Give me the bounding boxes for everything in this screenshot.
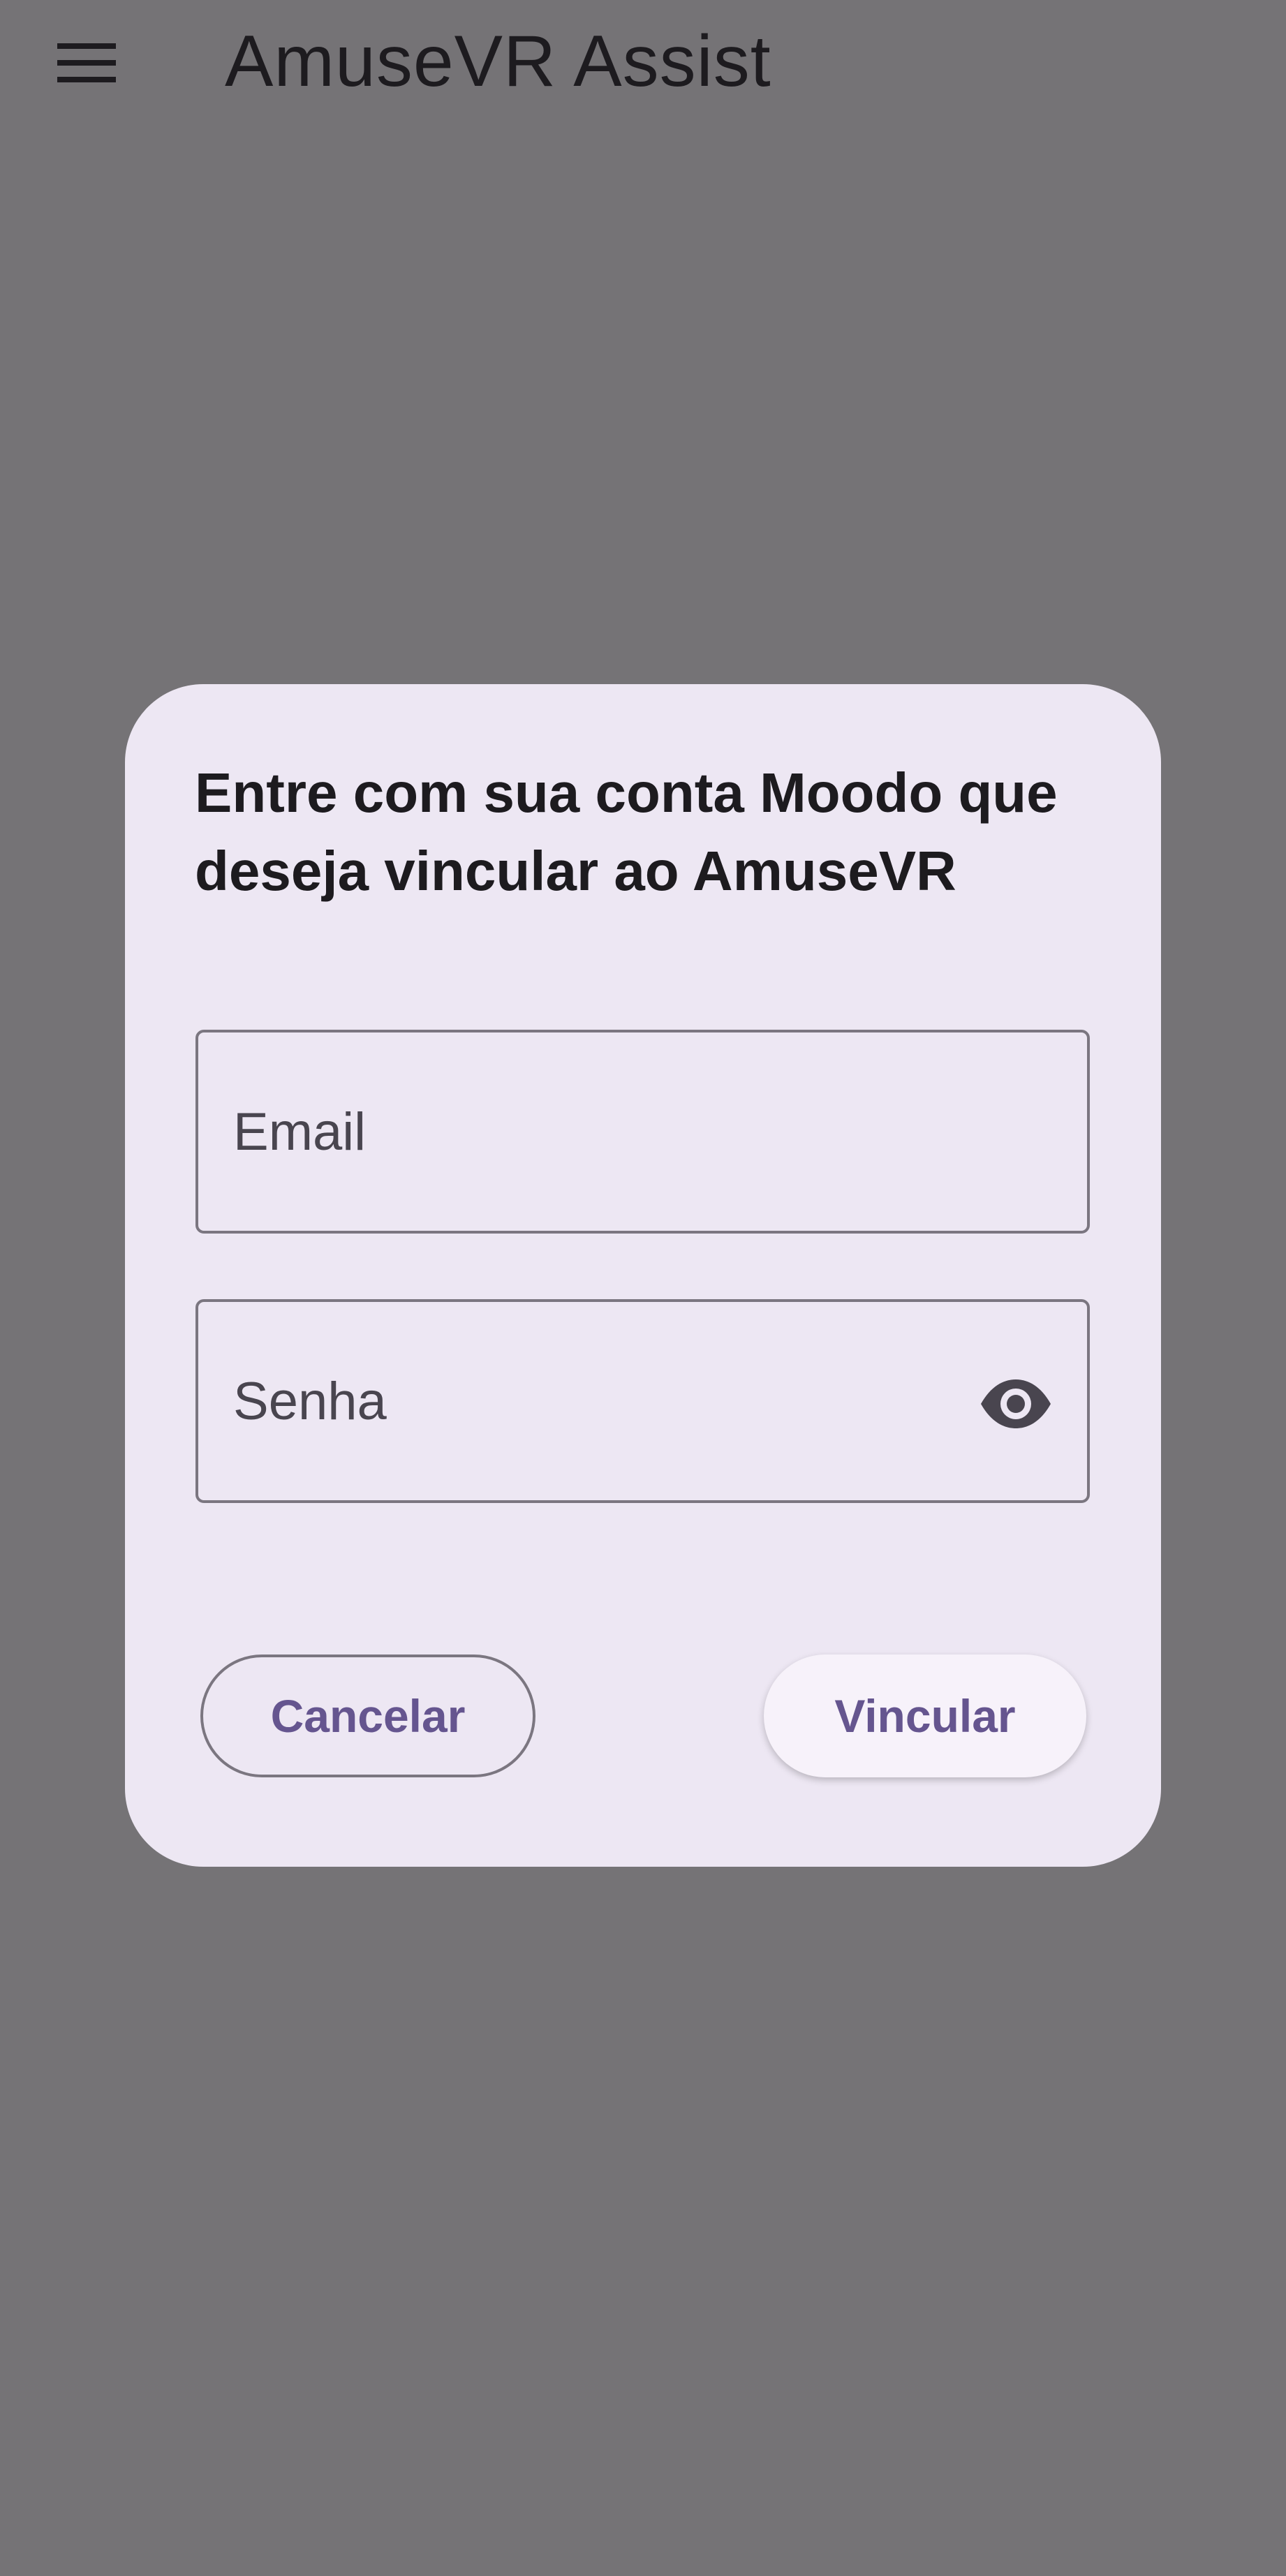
password-visibility-toggle[interactable]	[977, 1365, 1055, 1443]
cancel-button[interactable]: Cancelar	[200, 1655, 535, 1777]
password-field[interactable]	[195, 1299, 1090, 1503]
app-bar: AmuseVR Assist	[0, 0, 1286, 123]
menu-button[interactable]	[45, 21, 128, 105]
password-input[interactable]	[233, 1302, 862, 1500]
dialog-title: Entre com sua conta Moodo que deseja vin…	[195, 762, 1058, 902]
email-field[interactable]	[195, 1030, 1090, 1234]
hamburger-menu-icon	[57, 43, 116, 82]
eye-icon	[980, 1378, 1052, 1430]
app-title: AmuseVR Assist	[225, 21, 771, 102]
email-input[interactable]	[233, 1032, 931, 1231]
link-account-dialog: Entre com sua conta Moodo que deseja vin…	[125, 684, 1161, 1867]
link-button[interactable]: Vincular	[764, 1655, 1086, 1777]
